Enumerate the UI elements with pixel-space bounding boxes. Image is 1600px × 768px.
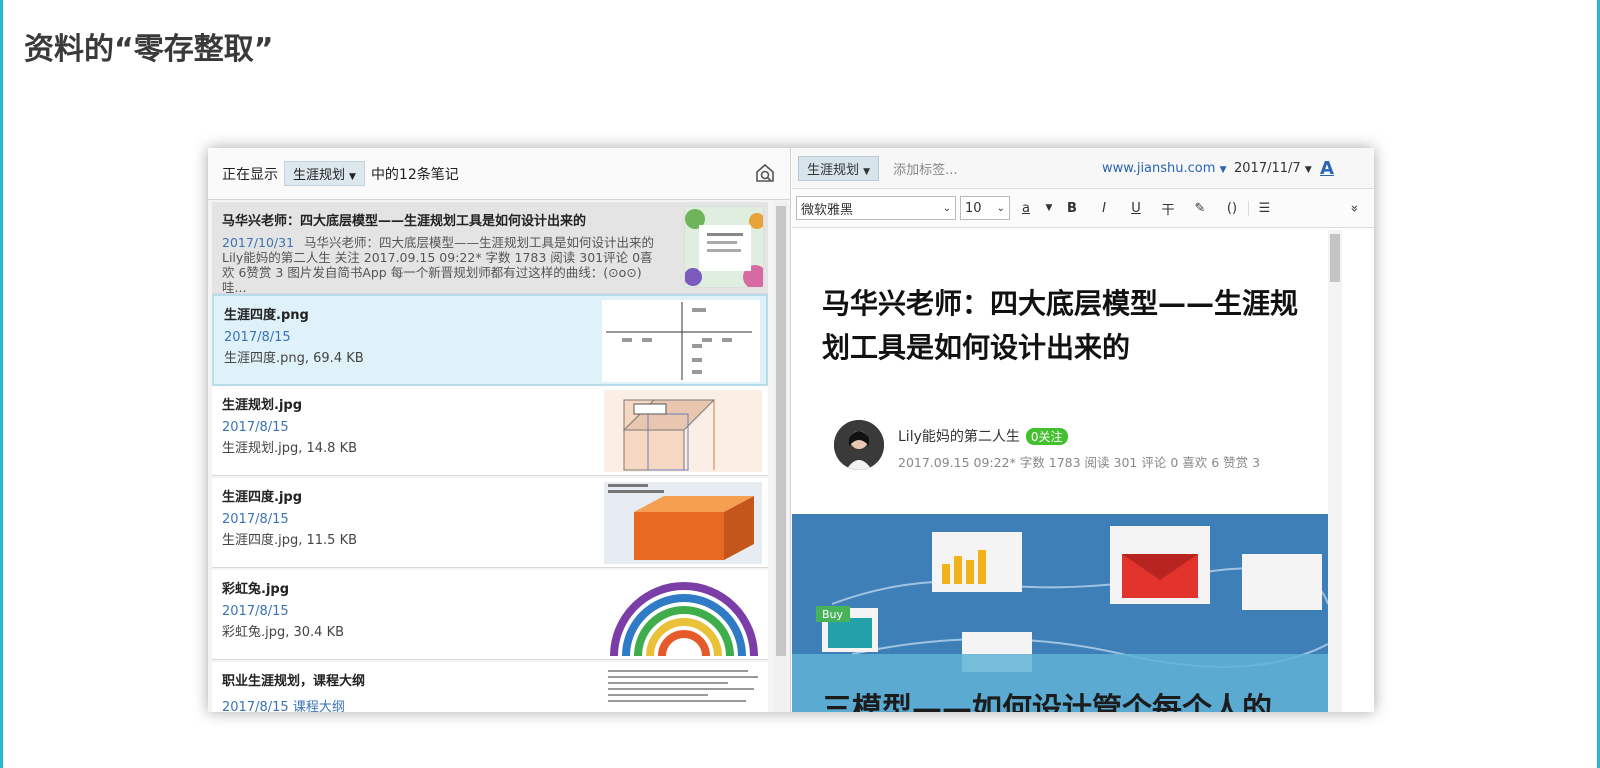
follow-button[interactable]: 0关注 (1025, 428, 1068, 445)
chevron-down-icon: ⌄ (942, 202, 951, 214)
author-name[interactable]: Lily能妈的第二人生 (898, 429, 1020, 445)
note-date-selector[interactable]: 2017/11/7 ▼ (1234, 161, 1312, 176)
chevron-down-icon: ▼ (1219, 164, 1227, 175)
note-editor-pane: 生涯规划 ▼ 添加标签... www.jianshu.com ▼ 2017/11… (792, 148, 1374, 712)
note-thumbnail (684, 206, 764, 288)
article-banner-image: Buy 三模型——如何设计管个每个人的 (792, 514, 1328, 712)
chevron-down-icon: ▼ (863, 166, 871, 177)
format-toolbar: 微软雅黑 ⌄ 10 ⌄ a ▼ B I U 干 ✎ () ☰ » (792, 188, 1374, 228)
strikethrough-button[interactable]: 干 (1152, 199, 1184, 218)
note-list-header: 正在显示 生涯规划 ▼ 中的12条笔记 (208, 148, 790, 200)
note-item[interactable]: 彩虹兔.jpg 2017/8/15 彩虹兔.jpg, 30.4 KB (212, 570, 768, 660)
showing-label: 正在显示 (222, 166, 278, 183)
chevron-down-icon: ▼ (349, 172, 356, 182)
notebook-tag[interactable]: 生涯规划 ▼ (798, 155, 880, 181)
note-count-label: 中的12条笔记 (370, 166, 459, 183)
note-thumbnail (604, 574, 762, 656)
notebook-selector[interactable]: 生涯规划 ▼ (284, 161, 365, 186)
note-title: 马华兴老师：四大底层模型——生涯规划工具是如何设计出来的 (222, 214, 587, 229)
slide-title: 资料的“零存整取” (24, 32, 274, 67)
note-snippet: 2017/10/31 马华兴老师：四大底层模型——生涯规划工具是如何设计出来的 … (222, 235, 662, 295)
font-size-select[interactable]: 10 ⌄ (960, 196, 1010, 220)
article-meta: 2017.09.15 09:22* 字数 1783 阅读 301 评论 0 喜欢… (898, 455, 1261, 470)
note-item[interactable]: 生涯四度.jpg 2017/8/15 生涯四度.jpg, 11.5 KB (212, 478, 768, 568)
banner-badge-text: Buy (822, 608, 844, 621)
banner-heading-text: 三模型——如何设计管个每个人的 (822, 692, 1272, 712)
author-line: Lily能妈的第二人生 0关注 (898, 426, 1068, 446)
note-list-pane: 正在显示 生涯规划 ▼ 中的12条笔记 马华兴老师：四大底层模型——生涯规划工具是… (208, 148, 791, 712)
more-tools-icon[interactable]: » (1347, 192, 1362, 224)
evernote-screenshot: 正在显示 生涯规划 ▼ 中的12条笔记 马华兴老师：四大底层模型——生涯规划工具是… (208, 148, 1374, 712)
note-item[interactable]: 马华兴老师：四大底层模型——生涯规划工具是如何设计出来的 2017/10/31 … (212, 202, 768, 295)
text-color-button[interactable]: a (1010, 201, 1042, 216)
document-scrollbar[interactable] (1328, 230, 1342, 712)
chevron-down-icon: ▼ (1304, 164, 1312, 175)
font-family-select[interactable]: 微软雅黑 ⌄ (796, 196, 956, 220)
source-url-link[interactable]: www.jianshu.com ▼ (1102, 161, 1226, 176)
document-scroll-thumb[interactable] (1330, 234, 1340, 282)
search-notes-icon[interactable] (754, 162, 776, 184)
note-thumbnail (604, 390, 762, 472)
note-thumbnail (604, 482, 762, 564)
underline-button[interactable]: U (1120, 201, 1152, 216)
document-title: 马华兴老师：四大底层模型——生涯规划工具是如何设计出来的 (822, 287, 1299, 364)
note-item[interactable]: 生涯四度.png 2017/8/15 生涯四度.png, 69.4 KB (212, 294, 768, 386)
note-list-scroll-thumb[interactable] (776, 206, 786, 656)
note-document[interactable]: 马华兴老师：四大底层模型——生涯规划工具是如何设计出来的 Lily能妈的第二人生… (792, 230, 1338, 712)
note-item[interactable]: 生涯规划.jpg 2017/8/15 生涯规划.jpg, 14.8 KB (212, 386, 768, 476)
bold-button[interactable]: B (1056, 201, 1088, 216)
note-date: 2017/10/31 (222, 235, 295, 250)
note-tag: 课程大纲 (292, 700, 345, 712)
code-button[interactable]: () (1216, 201, 1248, 216)
note-thumbnail (602, 300, 760, 382)
highlighter-icon[interactable]: ✎ (1184, 201, 1216, 216)
editor-tagbar: 生涯规划 ▼ 添加标签... www.jianshu.com ▼ 2017/11… (792, 148, 1374, 188)
note-thumbnail (604, 666, 762, 712)
font-style-icon[interactable]: A (1320, 158, 1334, 179)
italic-button[interactable]: I (1088, 201, 1120, 216)
chevron-down-icon[interactable]: ▼ (1042, 203, 1056, 213)
note-list: 马华兴老师：四大底层模型——生涯规划工具是如何设计出来的 2017/10/31 … (212, 202, 770, 712)
add-tag-field[interactable]: 添加标签... (893, 159, 957, 178)
list-button[interactable]: ☰ (1248, 200, 1280, 216)
note-item[interactable]: 职业生涯规划，课程大纲 2017/8/15 课程大纲 (212, 662, 768, 712)
chevron-down-icon: ⌄ (996, 202, 1005, 214)
avatar (834, 420, 884, 470)
